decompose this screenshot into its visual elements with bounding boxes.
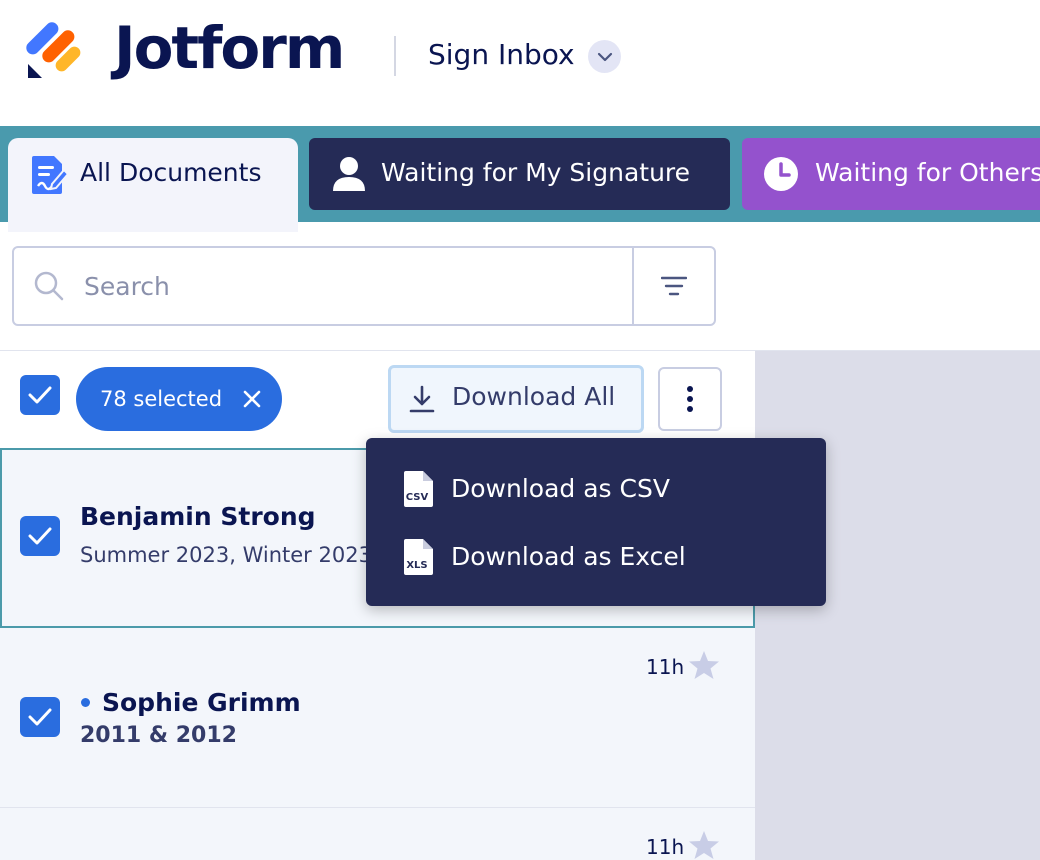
csv-file-icon-text: CSV <box>406 492 429 503</box>
user-icon <box>333 157 365 191</box>
selected-count-label: 78 selected <box>100 387 223 411</box>
tab-all-documents-label: All Documents <box>80 158 262 187</box>
search-input[interactable] <box>84 268 604 304</box>
kebab-menu-icon <box>687 386 693 412</box>
row-checkbox[interactable] <box>20 516 60 556</box>
document-subtitle: Summer 2023, Winter 2023 <box>80 543 370 567</box>
checkmark-icon <box>28 527 52 545</box>
menu-item-download-excel[interactable]: XLS Download as Excel <box>366 526 826 590</box>
checkmark-icon <box>28 708 52 726</box>
close-icon[interactable] <box>238 385 266 413</box>
unread-indicator <box>81 698 90 707</box>
row-timestamp: 11h <box>646 835 685 859</box>
inbox-title[interactable]: Sign Inbox <box>428 38 575 71</box>
inbox-switcher-button[interactable] <box>588 40 621 73</box>
csv-file-icon: CSV <box>404 471 433 507</box>
menu-item-label: Download as Excel <box>451 542 686 571</box>
clock-icon <box>764 157 798 191</box>
tab-waiting-my-signature-label: Waiting for My Signature <box>381 158 691 187</box>
document-edit-icon <box>32 156 68 194</box>
row-checkbox[interactable] <box>20 697 60 737</box>
filter-button[interactable] <box>634 248 714 324</box>
star-icon[interactable] <box>688 649 720 681</box>
search-icon <box>34 271 64 301</box>
app-header: Jotform Sign Inbox <box>0 0 1040 126</box>
xls-file-icon: XLS <box>404 539 433 575</box>
star-icon[interactable] <box>688 829 720 860</box>
header-separator <box>394 36 396 76</box>
filter-icon <box>661 276 687 296</box>
document-name: Benjamin Strong <box>80 502 316 531</box>
row-timestamp: 11h <box>646 655 685 679</box>
menu-item-label: Download as CSV <box>451 474 670 503</box>
menu-item-download-csv[interactable]: CSV Download as CSV <box>366 458 826 522</box>
list-item[interactable] <box>0 808 755 860</box>
xls-file-icon-text: XLS <box>406 560 427 571</box>
download-menu: CSV Download as CSV XLS Download as Exce… <box>366 438 826 606</box>
tab-waiting-for-others-label: Waiting for Others <box>815 158 1040 187</box>
selected-count-chip: 78 selected <box>76 367 282 431</box>
logo-wordmark[interactable]: Jotform <box>114 14 345 82</box>
download-icon <box>409 385 435 413</box>
checkmark-icon <box>28 386 52 404</box>
document-name: Sophie Grimm <box>102 688 301 717</box>
list-item[interactable] <box>0 628 755 808</box>
document-subtitle: 2011 & 2012 <box>80 723 237 748</box>
jotform-logo-icon[interactable] <box>26 20 86 82</box>
download-all-label: Download All <box>452 382 616 411</box>
more-options-button[interactable] <box>658 367 722 431</box>
select-all-checkbox[interactable] <box>20 375 60 415</box>
chevron-down-icon <box>597 52 612 61</box>
